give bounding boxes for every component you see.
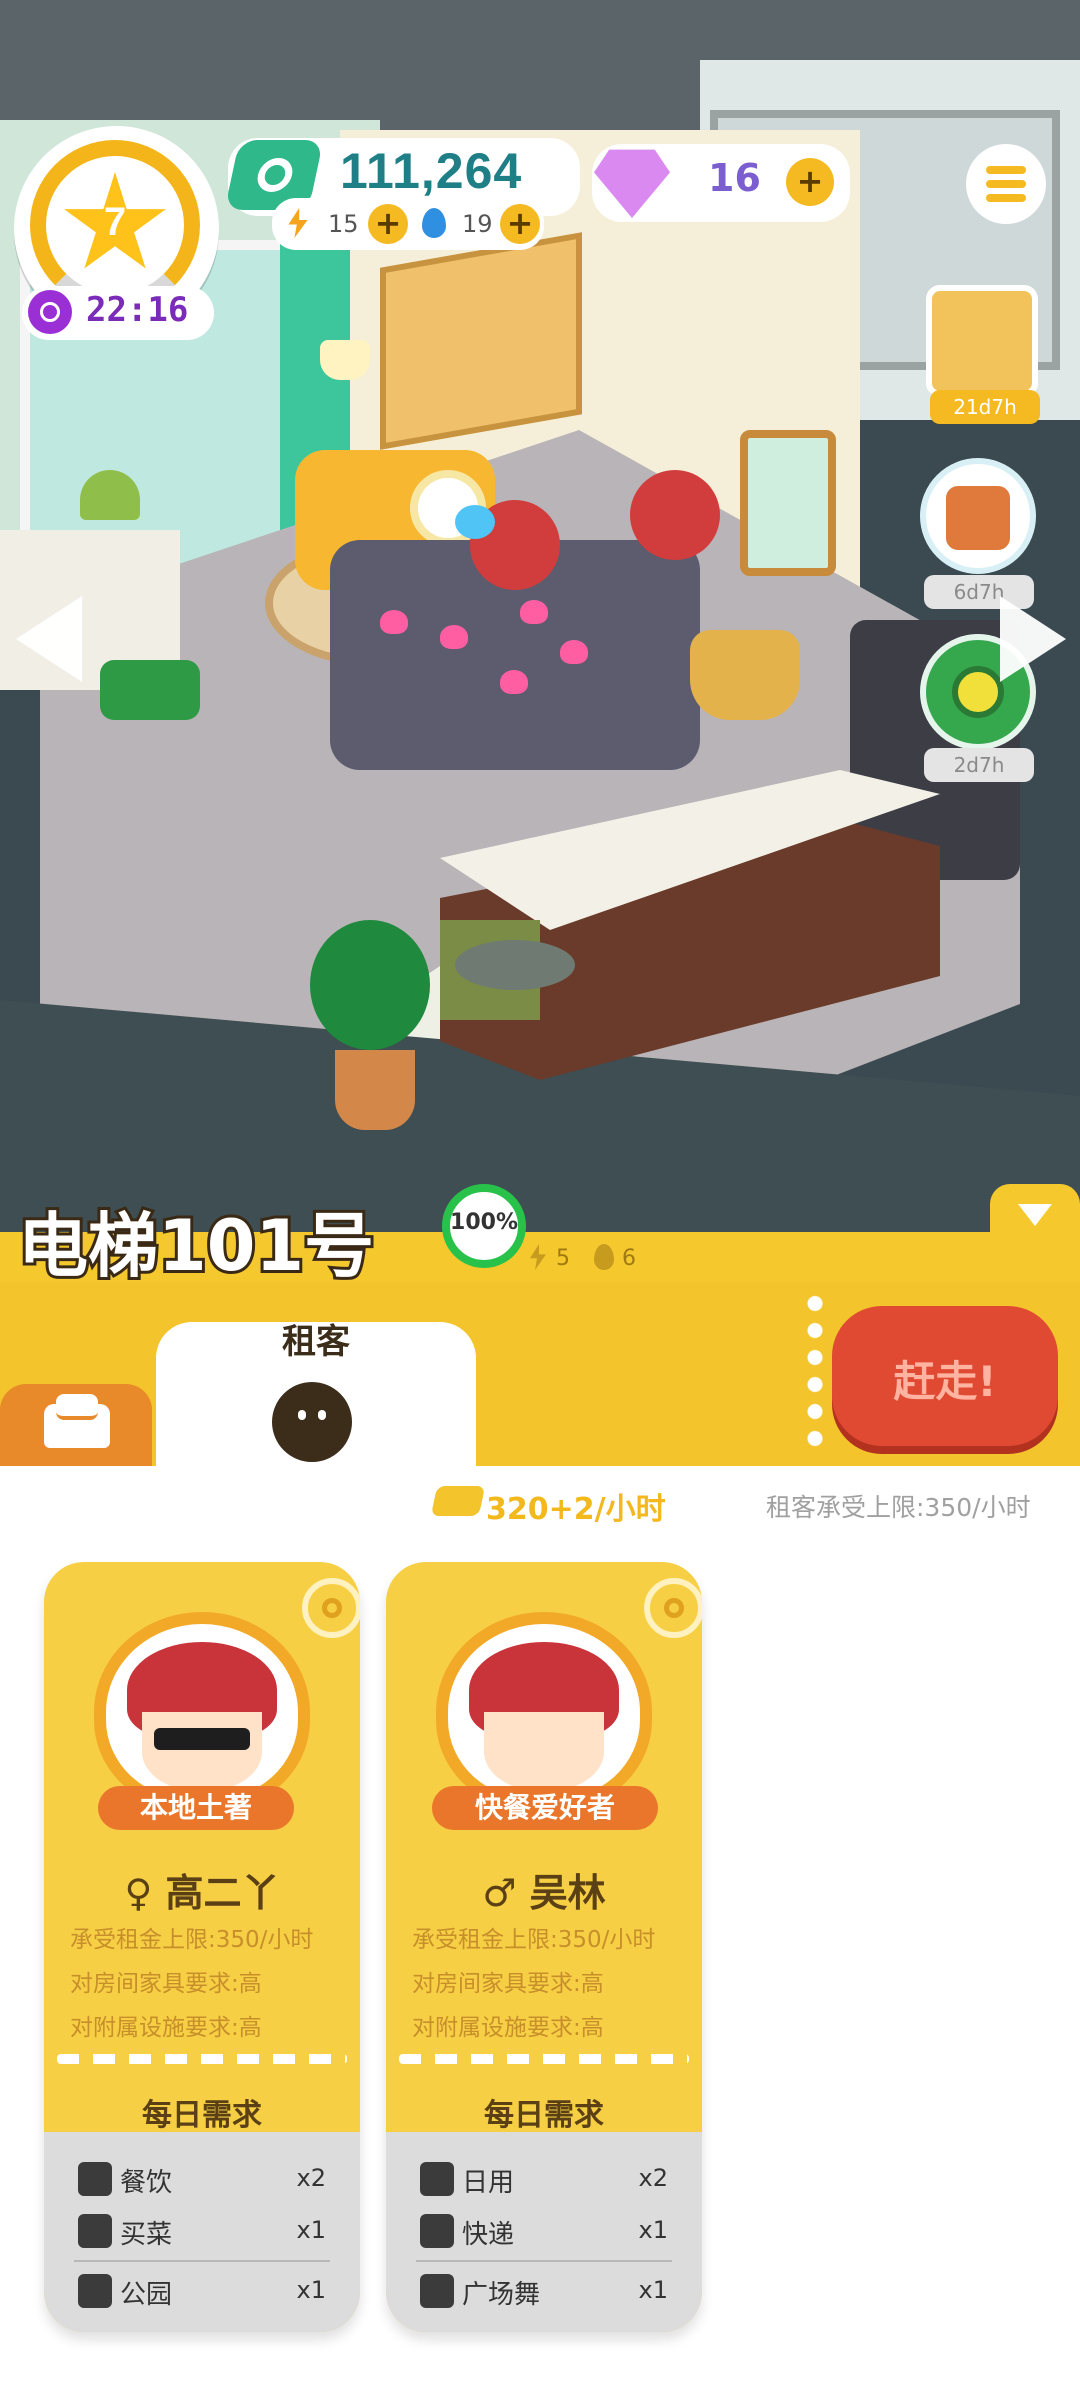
basket-icon [78,2214,112,2248]
menu-icon [986,180,1026,188]
divider [57,2054,347,2064]
heart-icon [560,640,588,664]
need-label: 公园 [120,2280,173,2310]
income-icon [430,1486,486,1516]
level-number: 7 [103,200,127,244]
package-icon [420,2214,454,2248]
male-icon: ♂ [482,1871,517,1915]
avatar-face [142,1712,262,1792]
suitcase-event-timer: 6d7h [924,575,1034,609]
need-multiplier: x1 [296,2276,326,2304]
floor-lamp [320,340,370,380]
gem-value: 16 [708,156,761,200]
need-label: 日用 [462,2168,515,2198]
event-book-timer: 21d7h [930,390,1040,424]
potted-plant [310,920,430,1050]
need-multiplier: x2 [638,2164,668,2192]
tenant-trait: 本地土著 [98,1786,294,1830]
daily-needs-title: 每日需求 [142,2098,262,2133]
water-drop-icon [422,208,446,238]
music-note-icon [420,2274,454,2308]
room-water-value: 6 [622,1246,636,1271]
timer-text: 22:16 [86,290,189,330]
energy-value: 15 [328,210,359,238]
need-separator [74,2260,330,2262]
need-multiplier: x2 [296,2164,326,2192]
room-name: 电梯101号 [15,1202,377,1290]
wall-poster [380,232,582,450]
tenant-card[interactable]: 快餐爱好者 ♂ 吴林 承受租金上限:350/小时 对房间家具要求:高 对附属设施… [386,1562,702,2332]
heart-icon [500,670,528,694]
menu-button[interactable] [966,144,1046,224]
sunglasses-icon [154,1728,250,1750]
plant-pot [335,1050,415,1130]
facility-requirement: 对附属设施要求:高 [70,2015,262,2041]
collapse-panel-button[interactable] [990,1184,1080,1244]
water-value: 19 [462,210,493,238]
furniture-requirement: 对房间家具要求:高 [70,1971,262,1997]
heart-icon [440,625,468,649]
frying-pan [455,940,575,990]
room-progress-text: 100% [450,1210,518,1235]
event-book-button[interactable] [926,285,1038,397]
whistle-icon [952,666,1004,718]
laundry-basket [690,630,800,720]
suitcase-icon [946,486,1010,550]
menu-icon [986,166,1026,174]
need-label: 买菜 [120,2220,173,2250]
wall-mirror [740,430,836,576]
tenant-face-icon [272,1382,352,1462]
female-icon: ♀ [124,1871,153,1915]
divider [399,2054,689,2064]
locate-icon[interactable] [644,1578,702,1638]
park-icon [78,2274,112,2308]
facility-requirement: 对附属设施要求:高 [412,2015,604,2041]
heart-icon [520,600,548,624]
sleep-bubble [455,505,495,539]
office-chair[interactable] [100,660,200,720]
clock-icon [28,290,72,334]
locate-icon[interactable] [302,1578,360,1638]
sofa-icon [44,1394,110,1448]
heart-icon [380,610,408,634]
need-label: 快递 [462,2220,515,2250]
need-separator [416,2260,672,2262]
add-water-button[interactable]: + [500,204,540,244]
furniture-requirement: 对房间家具要求:高 [412,1971,604,1997]
water-drop-icon [594,1244,614,1270]
toilet-paper-icon [420,2162,454,2196]
income-rate: 320+2/小时 [486,1492,666,1527]
add-gems-button[interactable]: + [786,158,834,206]
rent-cap-text: 承受租金上限:350/小时 [70,1927,314,1953]
need-multiplier: x1 [296,2216,326,2244]
tenant-name: 吴林 [529,1871,606,1915]
tenant-trait: 快餐爱好者 [432,1786,658,1830]
need-multiplier: x1 [638,2276,668,2304]
need-label: 餐饮 [120,2168,173,2198]
whistle-event-timer: 2d7h [924,748,1034,782]
menu-icon [986,194,1026,202]
tenant-card[interactable]: 本地土著 ♀ 高二丫 承受租金上限:350/小时 对房间家具要求:高 对附属设施… [44,1562,360,2332]
money-value: 111,264 [340,143,523,199]
divider-dots [806,1290,824,1450]
tenant-name: 高二丫 [165,1871,280,1915]
utensils-icon [78,2162,112,2196]
tenant-name-line: ♂ 吴林 [386,1862,702,1917]
daily-needs-title: 每日需求 [484,2098,604,2133]
tenant-character[interactable] [630,470,720,560]
tenant-rent-cap: 租客承受上限:350/小时 [766,1493,1031,1522]
need-label: 广场舞 [462,2280,541,2310]
tenant-name-line: ♀ 高二丫 [44,1862,360,1917]
evict-button-label: 赶走! [893,1357,997,1406]
avatar-face [484,1712,604,1792]
add-energy-button[interactable]: + [368,204,408,244]
tab-tenants-label: 租客 [282,1322,350,1362]
need-multiplier: x1 [638,2216,668,2244]
room-energy-value: 5 [556,1246,570,1271]
rent-cap-text: 承受租金上限:350/小时 [412,1927,656,1953]
